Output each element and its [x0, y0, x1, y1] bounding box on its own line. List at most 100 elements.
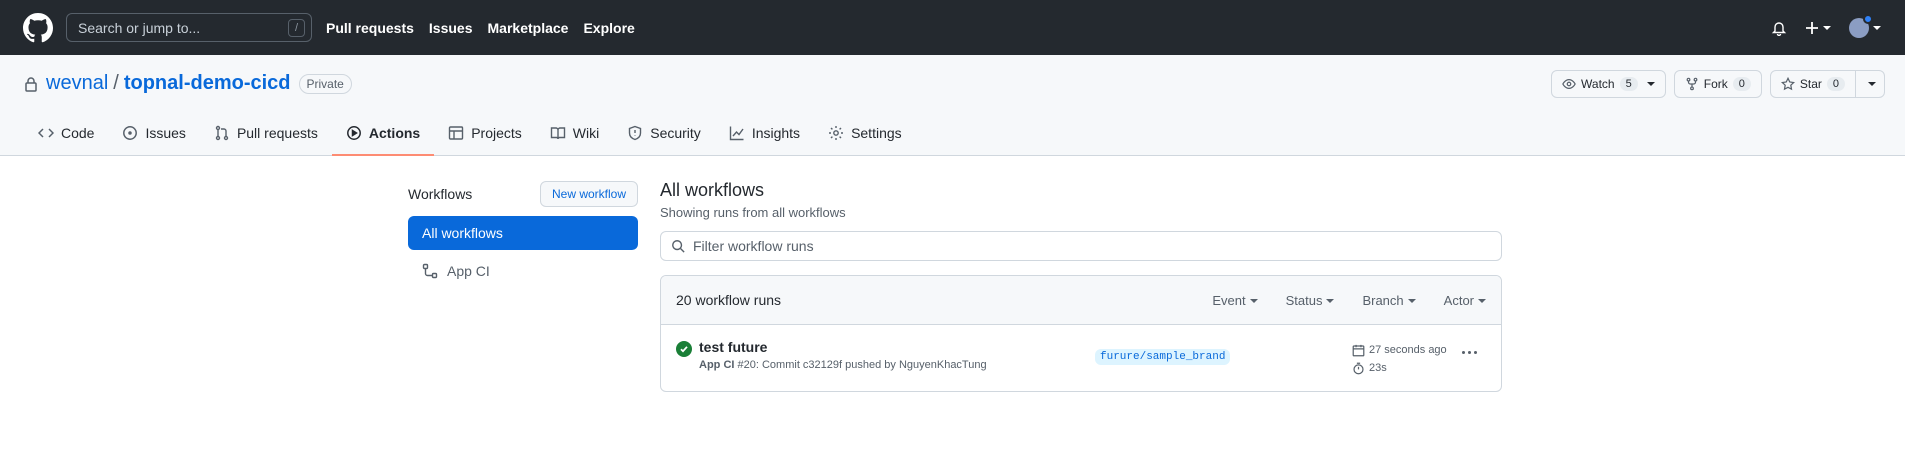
- graph-icon: [729, 126, 744, 141]
- table-icon: [449, 126, 464, 140]
- issue-opened-icon: [123, 126, 138, 140]
- run-detail: #20: Commit c32129f pushed by NguyenKhac…: [737, 359, 987, 371]
- chevron-down-icon: [1326, 299, 1335, 304]
- bell-icon[interactable]: [1771, 20, 1787, 36]
- sidebar-item-all-workflows[interactable]: All workflows: [408, 216, 638, 250]
- star-label: Star: [1799, 77, 1822, 91]
- sidebar-header: Workflows New workflow: [408, 180, 638, 208]
- workflows-main: All workflows Showing runs from all work…: [660, 180, 1502, 392]
- page-subtitle: Showing runs from all workflows: [660, 205, 846, 220]
- fork-button[interactable]: Fork 0: [1675, 71, 1761, 97]
- search-hotkey-hint: /: [288, 19, 305, 37]
- repo-header: wevnal / topnal-demo-cicd Private Watch …: [0, 55, 1905, 156]
- filter-label: Status: [1285, 292, 1323, 308]
- star-button[interactable]: Star 0: [1771, 71, 1855, 97]
- runs-list-header: 20 workflow runs Event Status Branch Act…: [661, 276, 1501, 325]
- tab-code[interactable]: Code: [24, 111, 108, 155]
- filter-workflow-runs-input[interactable]: Filter workflow runs: [660, 231, 1502, 261]
- search-placeholder: Search or jump to...: [78, 19, 201, 36]
- filter-label: Branch: [1362, 292, 1404, 308]
- shield-icon: [629, 125, 642, 141]
- chevron-down-icon: [1823, 25, 1831, 30]
- workflow-icon: [422, 263, 438, 279]
- gear-icon: [829, 126, 844, 140]
- filter-event-dropdown[interactable]: Event: [1212, 292, 1258, 308]
- nav-pull-requests[interactable]: Pull requests: [326, 20, 414, 36]
- tab-label: Code: [61, 125, 95, 141]
- github-logo-icon[interactable]: [23, 13, 53, 43]
- global-nav: Pull requests Issues Marketplace Explore: [326, 0, 635, 55]
- plus-icon: [1806, 21, 1818, 34]
- notification-dot: [1863, 13, 1873, 24]
- filter-branch-dropdown[interactable]: Branch: [1362, 292, 1416, 308]
- global-search-input[interactable]: Search or jump to... /: [66, 13, 312, 42]
- nav-marketplace[interactable]: Marketplace: [488, 20, 569, 36]
- runs-filters: Event Status Branch Actor: [1212, 293, 1486, 308]
- eye-icon: [1562, 79, 1576, 89]
- run-meta: App CI #20: Commit c32129f pushed by Ngu…: [699, 359, 987, 371]
- tab-label: Projects: [471, 125, 522, 141]
- repo-title: wevnal / topnal-demo-cicd Private: [24, 72, 352, 95]
- sidebar-item-app-ci[interactable]: App CI: [408, 254, 638, 288]
- tab-actions[interactable]: Actions: [331, 111, 435, 156]
- filter-placeholder: Filter workflow runs: [693, 238, 814, 254]
- repo-actions: Watch 5 Fork 0 Star 0: [1551, 70, 1885, 98]
- watch-button[interactable]: Watch 5: [1552, 71, 1665, 97]
- tab-security[interactable]: Security: [613, 111, 715, 155]
- filter-status-dropdown[interactable]: Status: [1286, 293, 1335, 308]
- filter-actor-dropdown[interactable]: Actor: [1444, 293, 1486, 308]
- star-button-group: Star 0: [1769, 70, 1885, 98]
- chevron-down-icon: [1868, 82, 1876, 86]
- kebab-horizontal-icon[interactable]: [1462, 351, 1477, 354]
- filter-label: Actor: [1443, 292, 1474, 308]
- repo-name-link[interactable]: topnal-demo-cicd: [124, 72, 291, 95]
- star-icon: [1780, 77, 1795, 91]
- chevron-down-icon: [1249, 299, 1258, 304]
- workflow-run-row[interactable]: test future App CI #20: Commit c32129f p…: [661, 325, 1501, 391]
- chevron-down-icon: [1478, 299, 1486, 304]
- workflows-sidebar: Workflows New workflow All workflows App…: [408, 180, 638, 288]
- repo-owner-link[interactable]: wevnal: [46, 72, 108, 95]
- user-menu-button[interactable]: [1849, 13, 1881, 38]
- tab-insights[interactable]: Insights: [715, 111, 814, 155]
- book-icon: [550, 127, 565, 140]
- repo-tabs: Code Issues Pull requests Actions Projec…: [24, 111, 916, 156]
- git-pull-request-icon: [215, 125, 229, 141]
- run-duration: 23s: [1352, 359, 1447, 377]
- tab-settings[interactable]: Settings: [814, 111, 916, 155]
- tab-issues[interactable]: Issues: [108, 111, 199, 155]
- time-ago-text: 27 seconds ago: [1369, 344, 1447, 356]
- tab-label: Wiki: [572, 125, 600, 141]
- watch-button-group: Watch 5: [1551, 70, 1666, 98]
- run-title-link[interactable]: test future: [699, 339, 987, 355]
- tab-wiki[interactable]: Wiki: [536, 111, 613, 155]
- star-list-dropdown[interactable]: [1855, 71, 1884, 97]
- fork-count: 0: [1732, 77, 1751, 91]
- play-icon: [346, 126, 361, 140]
- tab-label: Actions: [368, 125, 421, 141]
- new-workflow-button[interactable]: New workflow: [539, 181, 638, 207]
- page-title: All workflows: [660, 180, 765, 200]
- nav-explore[interactable]: Explore: [583, 20, 634, 36]
- nav-issues[interactable]: Issues: [429, 20, 473, 36]
- check-circle-icon: [676, 341, 692, 357]
- fork-button-group: Fork 0: [1673, 70, 1762, 98]
- watch-count: 5: [1619, 77, 1638, 91]
- sidebar-title: Workflows: [408, 186, 473, 202]
- workflow-runs-list: 20 workflow runs Event Status Branch Act…: [660, 275, 1502, 392]
- sidebar-item-label: App CI: [447, 263, 490, 279]
- tab-label: Issues: [145, 125, 186, 141]
- lock-icon: [24, 76, 38, 92]
- filter-label: Event: [1212, 292, 1246, 308]
- run-time-ago: 27 seconds ago: [1352, 341, 1447, 359]
- run-workflow-name: App CI: [699, 359, 735, 371]
- tab-pull-requests[interactable]: Pull requests: [200, 111, 332, 155]
- header-right-actions: [1771, 0, 1881, 55]
- sidebar-item-label: All workflows: [422, 225, 503, 241]
- calendar-icon: [1352, 344, 1365, 356]
- tab-label: Security: [650, 125, 701, 141]
- branch-label[interactable]: furure/sample_brand: [1095, 349, 1231, 365]
- tab-label: Settings: [851, 125, 902, 141]
- create-new-button[interactable]: [1805, 21, 1831, 35]
- tab-projects[interactable]: Projects: [434, 111, 536, 155]
